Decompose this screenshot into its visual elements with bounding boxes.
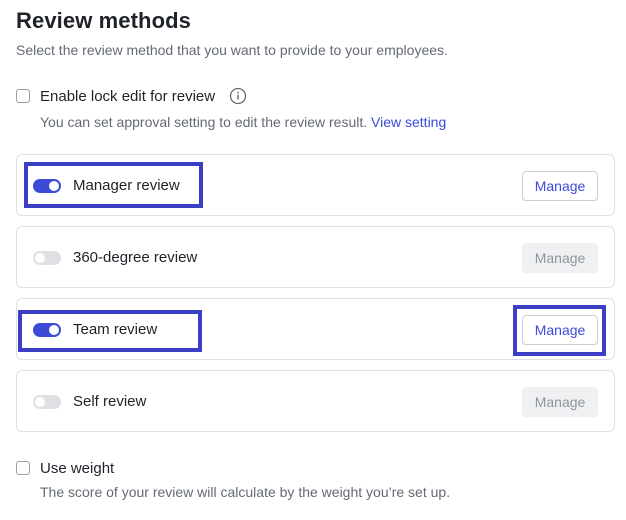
360-degree-review-toggle[interactable] — [33, 251, 61, 265]
lock-edit-checkbox[interactable] — [16, 89, 30, 103]
use-weight-checkbox[interactable] — [16, 461, 30, 475]
manager-review-manage-button[interactable]: Manage — [522, 171, 598, 201]
manager-review-toggle[interactable] — [33, 179, 61, 193]
self-review-label: Self review — [73, 393, 147, 410]
page-subtitle: Select the review method that you want t… — [16, 42, 448, 58]
self-review-card: Self review Manage — [16, 370, 615, 432]
360-degree-review-label: 360-degree review — [73, 249, 198, 266]
team-review-card: Team review Manage — [16, 298, 615, 360]
360-degree-review-card: 360-degree review Manage — [16, 226, 615, 288]
use-weight-hint: The score of your review will calculate … — [40, 484, 451, 500]
toggle-knob — [35, 397, 45, 407]
use-weight-label: Use weight — [40, 460, 115, 477]
team-review-manage-button[interactable]: Manage — [522, 315, 598, 345]
self-review-manage-button[interactable]: Manage — [522, 387, 598, 417]
team-review-toggle[interactable] — [33, 323, 61, 337]
lock-edit-label: Enable lock edit for review — [40, 88, 216, 105]
page-title: Review methods — [16, 8, 192, 33]
view-setting-link[interactable]: View setting — [371, 114, 446, 130]
lock-edit-hint: You can set approval setting to edit the… — [40, 114, 446, 130]
review-methods-panel: Review methods Select the review method … — [0, 0, 626, 520]
manager-review-card: Manager review Manage — [16, 154, 615, 216]
manager-review-label: Manager review — [73, 177, 180, 194]
toggle-knob — [49, 181, 59, 191]
lock-edit-hint-text: You can set approval setting to edit the… — [40, 114, 368, 130]
toggle-knob — [49, 325, 59, 335]
team-review-label: Team review — [73, 321, 158, 338]
360-degree-review-manage-button[interactable]: Manage — [522, 243, 598, 273]
self-review-toggle[interactable] — [33, 395, 61, 409]
info-icon[interactable] — [229, 87, 247, 105]
toggle-knob — [35, 253, 45, 263]
